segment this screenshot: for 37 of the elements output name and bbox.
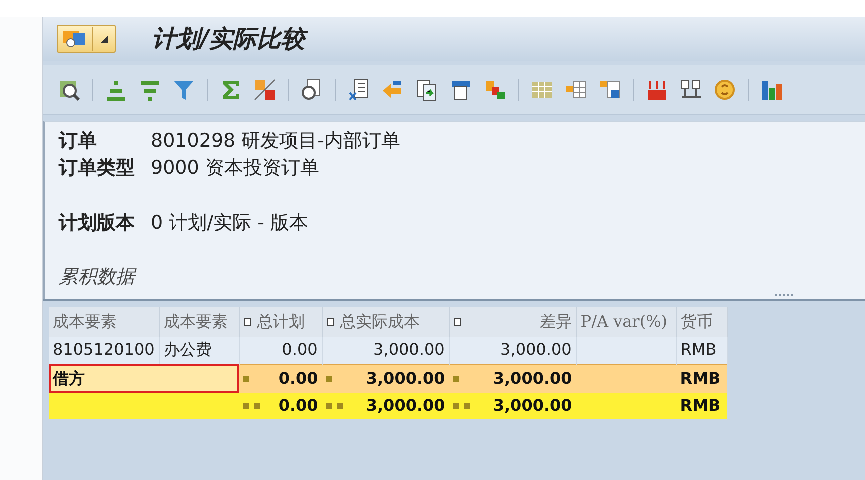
field-label: 订单 (59, 129, 98, 154)
table-cell: 3,000.00 (322, 393, 450, 419)
table-cell: 3,000.00 (322, 337, 450, 364)
table-cell: 0.00 (239, 364, 322, 393)
table-cell: 3,000.00 (449, 393, 576, 419)
table-cell: 0.00 (239, 393, 322, 419)
menu-button[interactable] (57, 25, 116, 53)
column-header[interactable]: 总计划 (239, 307, 322, 337)
table-cell: RMB (676, 337, 728, 364)
table-cell: RMB (676, 364, 728, 393)
column-header[interactable]: 总实际成本 (322, 307, 450, 337)
caret-icon (100, 36, 108, 42)
table-cell: 8105120100 (49, 337, 160, 364)
table-cell: RMB (676, 393, 728, 419)
table-cell: 3,000.00 (322, 364, 450, 393)
coin-icon (713, 78, 737, 102)
column-header[interactable]: P/A var(%) (576, 307, 676, 337)
subtotal-icon (253, 78, 277, 102)
field-label: 计划版本 (59, 211, 136, 236)
field-label: 订单类型 (59, 156, 136, 181)
section-title: 累积数据 (59, 265, 138, 290)
column-header[interactable]: 成本要素 (49, 307, 160, 337)
table-cell: 0.00 (239, 337, 322, 364)
column-header[interactable]: 货币 (676, 307, 728, 337)
field-value: 0 计划/实际 - 版本 (151, 211, 308, 236)
menu-icon (62, 29, 88, 49)
table-cell: 3,000.00 (449, 337, 576, 364)
copy-document-icon (415, 78, 439, 102)
column-header[interactable]: 差异 (449, 307, 576, 337)
field-value: 9000 资本投资订单 (151, 156, 320, 181)
table-cell: 办公费 (159, 337, 240, 364)
table-cell: 借方 (49, 364, 240, 393)
splitter-handle[interactable] (775, 293, 793, 297)
export-icon (347, 78, 371, 102)
field-value: 8010298 研发项目-内部订单 (151, 129, 401, 154)
column-header[interactable]: 成本要素 (159, 307, 240, 337)
table-cell: 3,000.00 (449, 364, 576, 393)
